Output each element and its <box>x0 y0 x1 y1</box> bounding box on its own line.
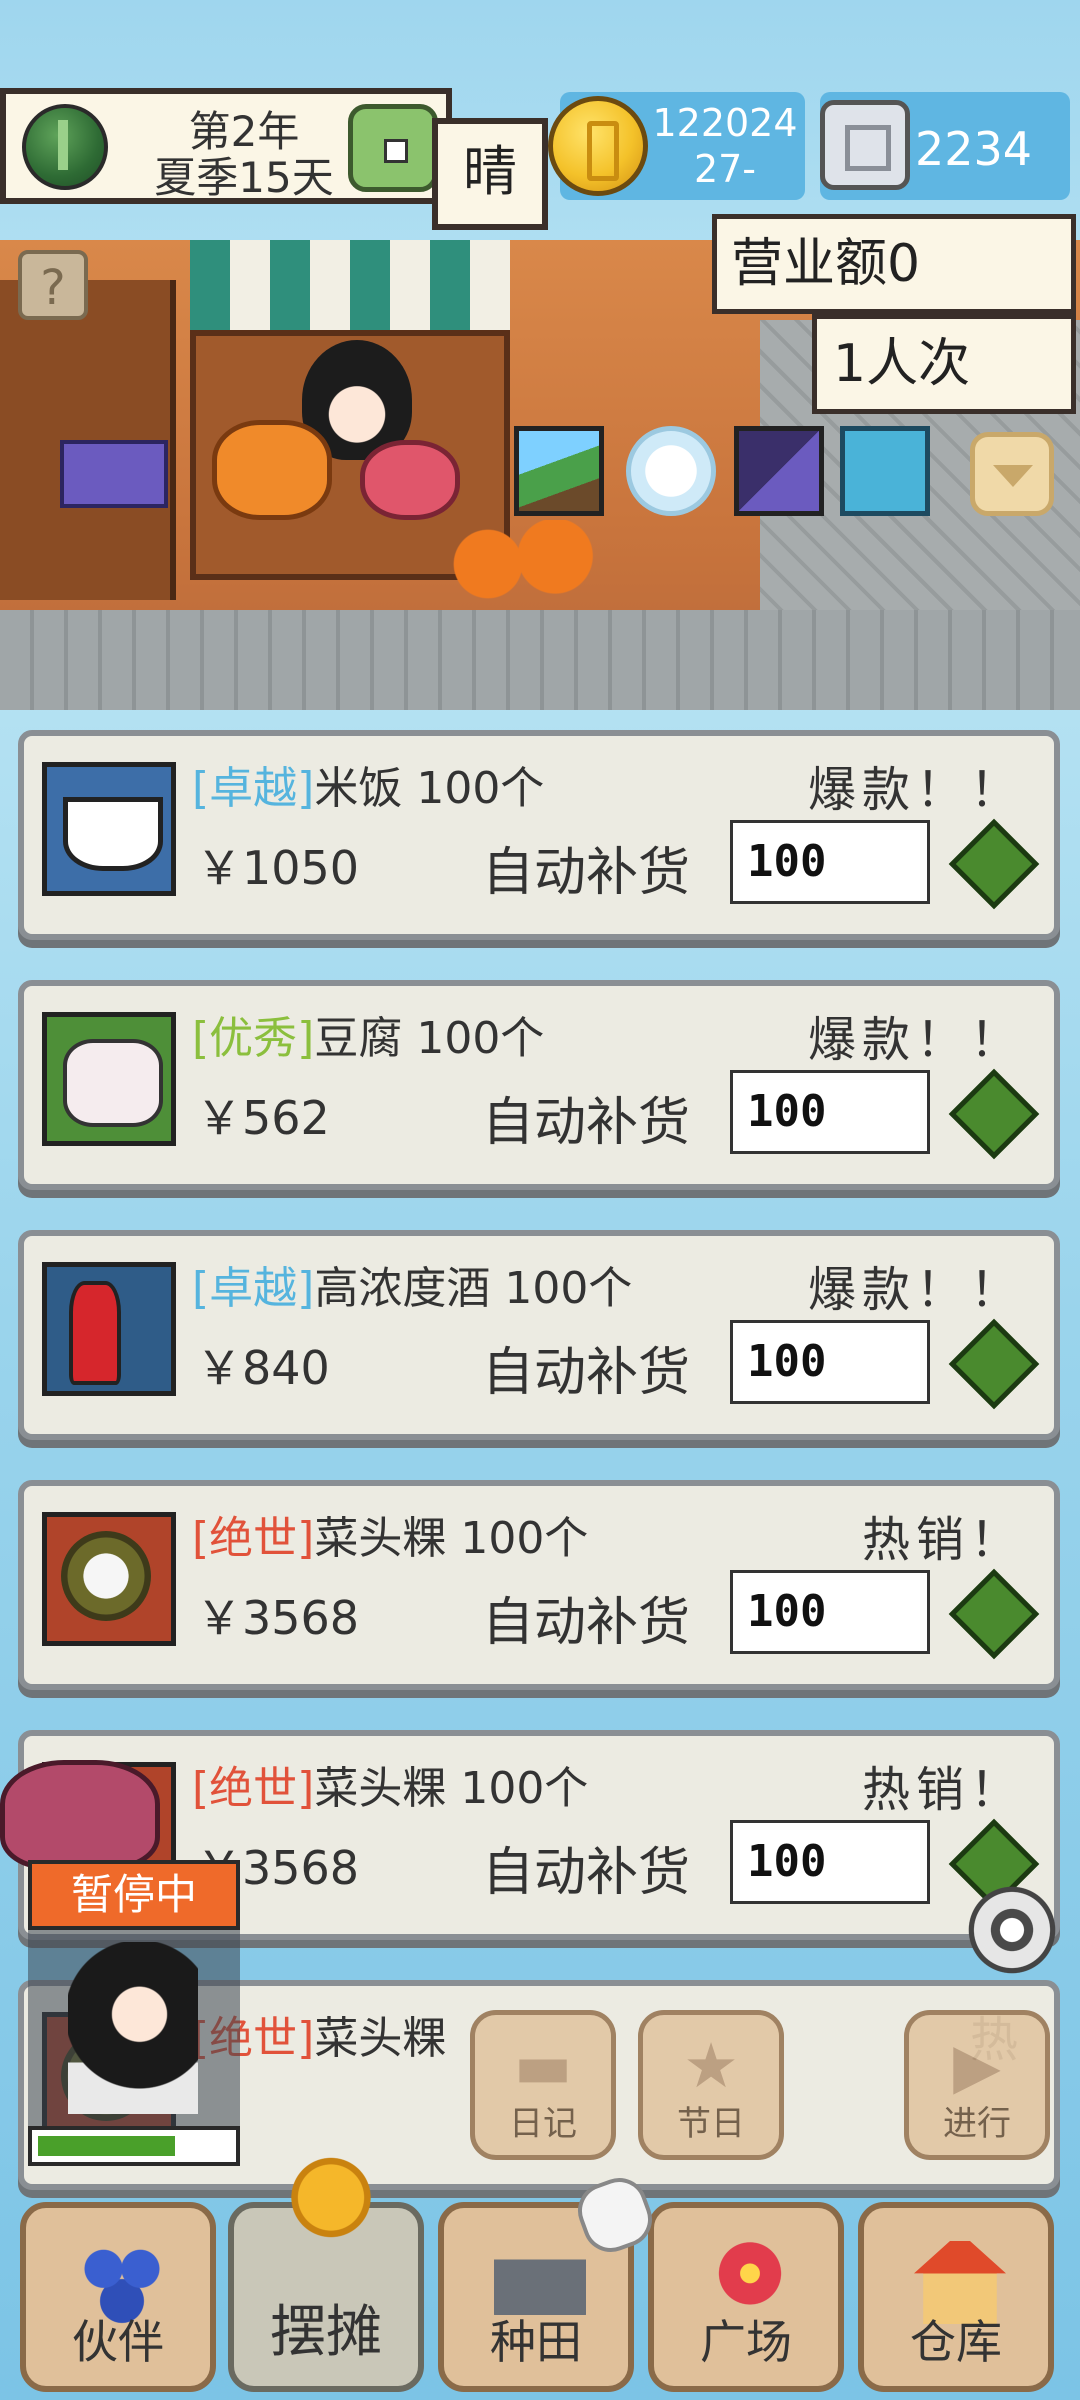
auto-restock-label: 自动补货 <box>482 843 691 903</box>
proceed-button[interactable]: ▶ 进行 <box>904 2010 1050 2160</box>
scroll-icon[interactable] <box>840 426 930 516</box>
quantity-field[interactable]: 100 <box>730 1320 930 1404</box>
auto-restock-label: 自动补货 <box>482 1843 691 1903</box>
product-tag: 爆款！！ <box>807 1012 1024 1068</box>
radish-cake-icon <box>42 1512 176 1646</box>
map-icon[interactable] <box>514 426 604 516</box>
gem-value: 2234 <box>915 122 1033 176</box>
brick-ground <box>0 610 1080 710</box>
proceed-label: 进行 <box>943 2104 1011 2144</box>
speech-bubble-icon: ▬ <box>513 2029 573 2102</box>
weather-label: 晴 <box>432 118 548 230</box>
quantity-field[interactable]: 100 <box>730 1070 930 1154</box>
carrot-pile <box>212 420 332 520</box>
npc-avatar <box>68 1942 198 2114</box>
gear-icon[interactable] <box>966 1884 1058 1976</box>
coin-icon <box>548 96 648 196</box>
confirm-diamond-button[interactable] <box>948 818 1040 910</box>
product-tag: 热销！ <box>861 1762 1024 1818</box>
rice-bowl-icon <box>42 762 176 896</box>
stall-roof <box>190 240 510 336</box>
star-icon: ★ <box>683 2029 739 2102</box>
product-row: [卓越]高浓度酒 100个 爆款！！ ￥840 自动补货 100 <box>18 1230 1060 1440</box>
nav-plaza-label: 广场 <box>700 2315 792 2369</box>
product-tag: 爆款！！ <box>807 1262 1024 1318</box>
grape-crate <box>60 440 168 508</box>
quantity-field[interactable]: 100 <box>730 1820 930 1904</box>
wine-bottle-icon <box>42 1262 176 1396</box>
crab-icon <box>0 1760 160 1870</box>
play-icon: ▶ <box>953 2029 1001 2102</box>
radish-pile <box>360 440 460 520</box>
festival-button[interactable]: ★ 节日 <box>638 2010 784 2160</box>
product-name: [优秀]豆腐 100个 <box>192 1013 545 1064</box>
sales-amount: 营业额0 <box>712 214 1076 314</box>
product-name: [绝世]菜头粿 100个 <box>192 1513 589 1564</box>
auto-restock-label: 自动补货 <box>482 1093 691 1153</box>
confirm-diamond-button[interactable] <box>948 1318 1040 1410</box>
gem-icon <box>820 100 910 190</box>
nav-storage[interactable]: 仓库 <box>858 2202 1054 2392</box>
auto-restock-label: 自动补货 <box>482 1593 691 1653</box>
product-price: ￥840 <box>196 1341 330 1395</box>
npc-energy-bar <box>28 2126 240 2166</box>
product-name: [卓越]高浓度酒 100个 <box>192 1263 633 1314</box>
help-button[interactable]: ? <box>18 250 88 320</box>
product-tag: 热销！ <box>861 1512 1024 1568</box>
paused-badge[interactable]: 暂停中 <box>28 1860 240 1930</box>
tofu-icon <box>42 1012 176 1146</box>
product-row: [绝世]菜头粿 100个 热销！ ￥3568 自动补货 100 <box>18 1480 1060 1690</box>
wand-icon[interactable] <box>734 426 824 516</box>
confirm-diamond-button[interactable] <box>948 1068 1040 1160</box>
chevron-down-icon[interactable] <box>970 432 1054 516</box>
nav-stall-label: 摆摊 <box>270 2300 382 2365</box>
nav-partner-label: 伙伴 <box>72 2315 164 2369</box>
diary-button[interactable]: ▬ 日记 <box>470 2010 616 2160</box>
confirm-diamond-button[interactable] <box>948 1568 1040 1660</box>
product-name: [卓越]米饭 100个 <box>192 763 545 814</box>
pumpkins <box>440 520 600 600</box>
product-price: ￥3568 <box>196 1591 360 1645</box>
product-price: ￥1050 <box>196 841 360 895</box>
product-name: [绝世]菜头粿 100个 <box>192 1763 589 1814</box>
product-row: [卓越]米饭 100个 爆款！！ ￥1050 自动补货 100 <box>18 730 1060 940</box>
quantity-field[interactable]: 100 <box>730 820 930 904</box>
date-panel: 第2年 夏季15天 <box>0 88 452 204</box>
product-price: ￥562 <box>196 1091 330 1145</box>
visitor-count: 1人次 <box>812 314 1076 414</box>
nav-plaza[interactable]: 广场 <box>648 2202 844 2392</box>
nav-partner[interactable]: 伙伴 <box>20 2202 216 2392</box>
npc-portrait-panel[interactable] <box>28 1930 240 2130</box>
dice-icon[interactable] <box>348 104 438 192</box>
melon-icon <box>22 104 108 190</box>
nav-storage-label: 仓库 <box>910 2315 1002 2369</box>
coin-stack-icon <box>276 2148 386 2258</box>
date-day: 夏季15天 <box>154 153 334 202</box>
coin-value: 122024 27- <box>652 101 798 191</box>
quantity-field[interactable]: 100 <box>730 1570 930 1654</box>
feather-icon[interactable] <box>626 426 716 516</box>
auto-restock-label: 自动补货 <box>482 1343 691 1403</box>
nav-stall[interactable]: 摆摊 <box>228 2148 424 2392</box>
nav-farm-label: 种田 <box>490 2315 582 2369</box>
festival-label: 节日 <box>677 2104 745 2144</box>
diary-label: 日记 <box>509 2104 577 2144</box>
npc-energy-fill <box>38 2136 175 2156</box>
product-row: [优秀]豆腐 100个 爆款！！ ￥562 自动补货 100 <box>18 980 1060 1190</box>
product-tag: 爆款！！ <box>807 762 1024 818</box>
